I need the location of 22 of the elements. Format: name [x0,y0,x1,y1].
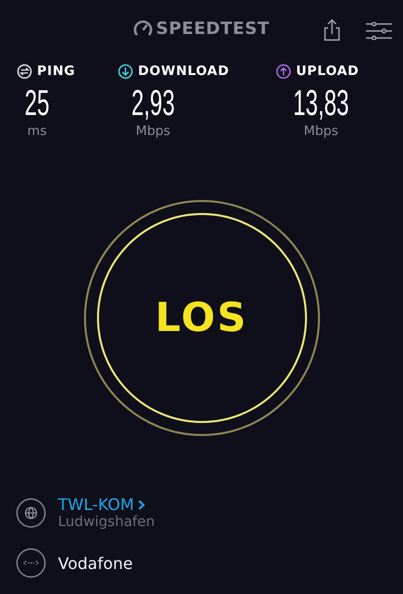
upload-icon [276,64,291,78]
metric-label: PING [37,64,76,78]
chevron-icon [138,500,146,510]
metric-unit: Mbps [136,124,170,140]
settings-icon[interactable] [366,22,392,40]
server-link[interactable]: TWL-KOM [58,495,134,514]
metric-value: 25 [24,82,50,124]
ping-icon [17,64,32,78]
go-button[interactable]: LOS [96,212,306,422]
download-icon [118,64,133,78]
server-location: Ludwigshafen [58,514,155,530]
metric-label: DOWNLOAD [138,64,230,78]
metric-unit: ms [27,124,47,140]
metric-value: 2,93 [131,82,175,124]
metric-unit: Mbps [304,124,338,140]
connection-icon [16,548,46,578]
app-logo: SPEEDTEST [156,19,270,39]
metric-value: 13,83 [293,82,349,124]
globe-icon [16,498,46,528]
metric-label: UPLOAD [296,64,360,78]
share-icon[interactable] [323,18,341,42]
provider-name: Vodafone [58,554,133,572]
